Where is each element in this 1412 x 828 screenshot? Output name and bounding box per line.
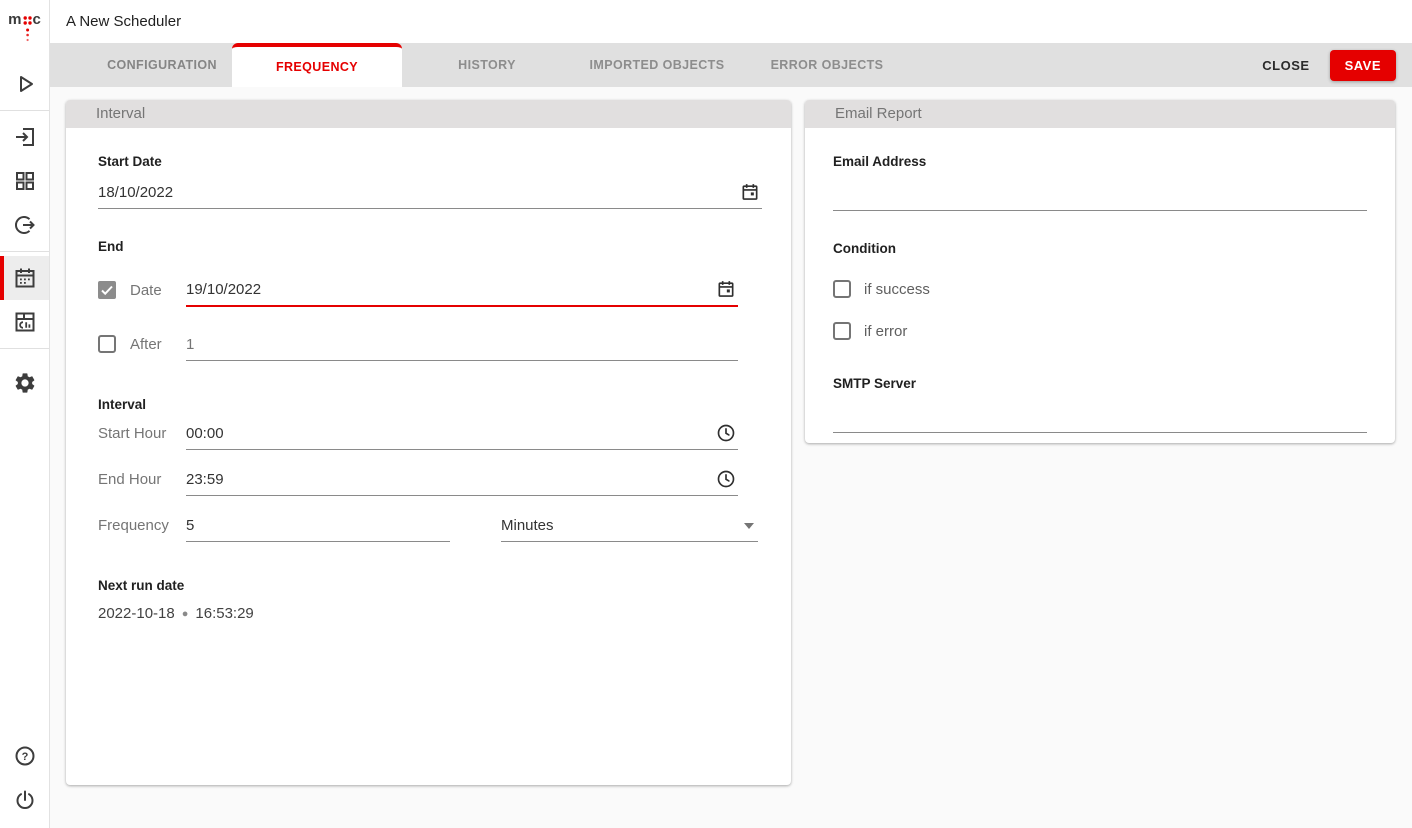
interval-section-label: Interval [98, 397, 762, 412]
sidebar-divider [0, 348, 49, 349]
content-column: A New Scheduler CONFIGURATION FREQUENCY … [50, 0, 1412, 828]
sidebar-item-scheduler[interactable] [0, 256, 49, 300]
sidebar-spacer [0, 405, 49, 734]
end-after-input[interactable] [186, 329, 738, 360]
if-success-label: if success [864, 281, 930, 298]
email-card-title: Email Report [805, 100, 1395, 128]
end-hour-label: End Hour [98, 471, 161, 488]
end-after-row: After [98, 329, 762, 361]
sidebar-item-settings[interactable] [0, 361, 49, 405]
smtp-server-label: SMTP Server [833, 376, 1367, 391]
chevron-down-icon [744, 523, 754, 529]
login-icon [13, 125, 37, 149]
end-hour-row: End Hour [98, 464, 762, 496]
tab-imported-objects[interactable]: IMPORTED OBJECTS [572, 43, 742, 87]
start-hour-field-wrap [186, 418, 738, 450]
frequency-row: Frequency Minutes [98, 510, 762, 542]
logo-letter-c: c [33, 14, 41, 26]
end-hour-field-wrap [186, 464, 738, 496]
end-date-checkbox-checked[interactable] [98, 281, 116, 299]
title-bar: A New Scheduler [50, 0, 1412, 43]
sidebar-item-report[interactable] [0, 300, 49, 344]
frequency-input[interactable] [186, 510, 450, 541]
condition-if-success[interactable]: if success [833, 280, 1367, 298]
end-date-input[interactable] [186, 274, 738, 305]
interval-card: Interval Start Date End [66, 100, 791, 785]
calendar-picker-icon[interactable] [716, 279, 736, 299]
apps-grid-icon [13, 169, 37, 193]
help-icon: ? [13, 744, 37, 768]
smtp-server-field-wrap [833, 397, 1367, 433]
next-run-time: 16:53:29 [195, 605, 253, 622]
condition-label: Condition [833, 241, 1367, 256]
logout-icon [13, 213, 37, 237]
sidebar-item-apps[interactable] [0, 159, 49, 203]
sidebar-divider [0, 110, 49, 111]
save-button[interactable]: SAVE [1330, 50, 1396, 81]
start-date-label: Start Date [98, 154, 762, 169]
email-address-field-wrap [833, 175, 1367, 211]
tabbar-actions: CLOSE SAVE [1256, 43, 1412, 87]
sidebar-divider [0, 251, 49, 252]
sidebar-item-power[interactable] [0, 778, 49, 822]
end-date-field-wrap [186, 274, 738, 307]
email-address-label: Email Address [833, 154, 1367, 169]
next-run-date: 2022-10-18 [98, 605, 175, 622]
if-success-checkbox-unchecked[interactable] [833, 280, 851, 298]
page-title: A New Scheduler [66, 13, 181, 30]
if-error-label: if error [864, 323, 907, 340]
if-error-checkbox-unchecked[interactable] [833, 322, 851, 340]
sidebar-item-play[interactable] [0, 62, 49, 106]
clock-icon[interactable] [716, 469, 736, 489]
sidebar-item-help[interactable]: ? [0, 734, 49, 778]
condition-if-error[interactable]: if error [833, 322, 1367, 340]
end-date-row: Date [98, 274, 762, 307]
end-date-option-label: Date [130, 282, 162, 299]
frequency-label: Frequency [98, 517, 169, 534]
report-widget-icon [13, 310, 37, 334]
gear-icon [13, 371, 37, 395]
calendar-icon [13, 266, 37, 290]
close-button[interactable]: CLOSE [1256, 50, 1315, 81]
next-run-value: 2022-10-18 ● 16:53:29 [98, 605, 762, 622]
svg-text:?: ? [21, 751, 28, 763]
smtp-server-input[interactable] [833, 397, 1367, 432]
tab-frequency[interactable]: FREQUENCY [232, 43, 402, 87]
end-hour-input[interactable] [186, 464, 738, 495]
sidebar-item-logout[interactable] [0, 203, 49, 247]
power-icon [13, 788, 37, 812]
interval-card-title: Interval [66, 100, 791, 128]
logo-letter-m: m [8, 14, 21, 26]
sidebar-item-login[interactable] [0, 115, 49, 159]
end-after-field-wrap [186, 329, 738, 361]
next-run-separator: ● [182, 608, 189, 620]
sidebar: m c [0, 0, 50, 828]
next-run-label: Next run date [98, 578, 762, 593]
play-icon [13, 72, 37, 96]
start-date-input[interactable] [98, 177, 762, 208]
end-after-checkbox-unchecked[interactable] [98, 335, 116, 353]
tab-configuration[interactable]: CONFIGURATION [92, 43, 232, 87]
frequency-value-wrap [186, 510, 450, 542]
start-hour-input[interactable] [186, 418, 738, 449]
clock-icon[interactable] [716, 423, 736, 443]
start-hour-label: Start Hour [98, 425, 166, 442]
start-hour-row: Start Hour [98, 418, 762, 450]
frequency-unit-select[interactable]: Minutes [501, 510, 758, 542]
email-address-input[interactable] [833, 175, 1367, 210]
end-label: End [98, 239, 762, 254]
tab-error-objects[interactable]: ERROR OBJECTS [742, 43, 912, 87]
tab-bar: CONFIGURATION FREQUENCY HISTORY IMPORTED… [50, 43, 1412, 87]
calendar-picker-icon[interactable] [740, 182, 760, 202]
frequency-unit-value: Minutes [501, 510, 758, 541]
app-logo[interactable]: m c [0, 0, 49, 62]
tab-history[interactable]: HISTORY [402, 43, 572, 87]
email-report-card: Email Report Email Address Condition if … [805, 100, 1395, 443]
main-area: Interval Start Date End [50, 87, 1412, 828]
app-root: m c [0, 0, 1412, 828]
start-date-field-wrap [98, 177, 762, 209]
logo-dots-icon [22, 14, 33, 44]
end-after-option-label: After [130, 336, 162, 353]
